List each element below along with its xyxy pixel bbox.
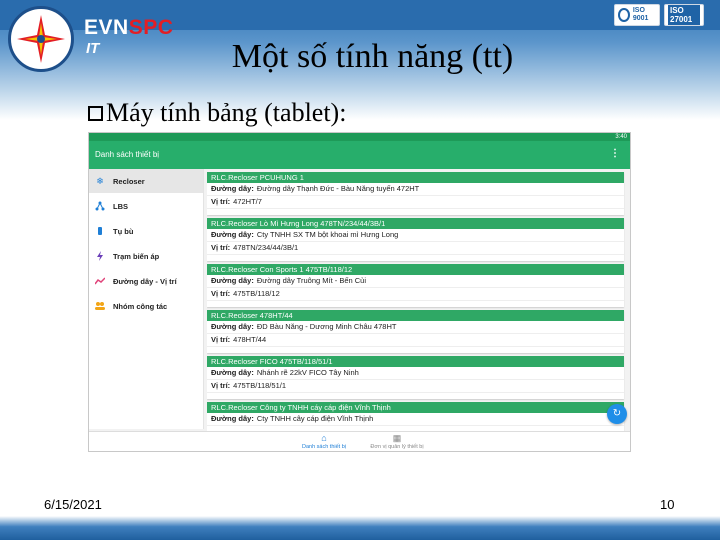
slide-title: Một số tính năng (tt) [231, 38, 514, 75]
bottom-navigation: ⌂ Danh sách thiết bị ▦ Đơn vị quản lý th… [89, 431, 630, 451]
bullet-item: Máy tính bảng (tablet): [88, 98, 346, 128]
app-title: Danh sách thiết bị [95, 150, 160, 159]
field-label: Vị trí: [211, 289, 231, 298]
bullet-text: Máy tính bảng (tablet): [106, 98, 347, 127]
device-name: RLC.Recloser 478HT/44 [207, 310, 624, 321]
device-position-row: Vị trí: 475TB/118/12 [207, 288, 624, 301]
grid-icon: ▦ [392, 433, 402, 443]
field-label: Vị trí: [211, 243, 231, 252]
iso-9001-label: ISO 9001 [632, 7, 649, 22]
device-line: Cty TNHH SX TM bột khoai mì Hưng Long [256, 230, 399, 239]
sidebar-item-label: Tụ bù [113, 226, 134, 236]
nav-device-list[interactable]: ⌂ Danh sách thiết bị [294, 433, 354, 451]
sidebar-item-lbs[interactable]: LBS [89, 194, 203, 218]
field-label: Đường dây: [211, 368, 254, 377]
device-card[interactable]: RLC.Recloser PCUHUNG 1 Đường dây: Đường d… [207, 172, 624, 215]
sidebar-item-tram-bien-ap[interactable]: Trạm biến áp [89, 244, 203, 268]
device-position-row: Vị trí: 478TN/234/44/3B/1 [207, 242, 624, 255]
device-line: Đường dây Thạnh Đức - Bàu Năng tuyến 472… [256, 184, 420, 193]
field-label: Vị trí: [211, 197, 231, 206]
sidebar-item-nhom-cong-tac[interactable]: Nhóm công tác [89, 294, 203, 318]
slide-page-number: 10 [660, 497, 675, 512]
iso-27001-badge: ISO 27001 [664, 4, 704, 26]
device-card[interactable]: RLC.Recloser Con Sports 1 475TB/118/12 Đ… [207, 264, 624, 307]
sidebar-item-label: LBS [113, 201, 128, 211]
device-position: 478TN/234/44/3B/1 [233, 243, 299, 252]
field-label: Vị trí: [211, 335, 231, 344]
status-bar: 3:40 [89, 133, 630, 141]
tablet-screenshot: 3:40 Danh sách thiết bị ⋮ ❄ Recloser LBS… [88, 132, 631, 452]
device-line-row: Đường dây: Cty TNHH cây cáp điện Vĩnh Thị… [207, 413, 624, 426]
brand-evn: EVN [84, 16, 129, 39]
device-line-row: Đường dây: Nhánh rẽ 22kV FICO Tây Ninh [207, 367, 624, 380]
checkbox-bullet-icon [88, 106, 103, 121]
device-name: RLC.Recloser Công ty TNHH cáy cáp điện V… [207, 402, 624, 413]
device-position: 475TB/118/12 [233, 289, 280, 298]
footer-band [0, 516, 720, 540]
device-name: RLC.Recloser FICO 475TB/118/51/1 [207, 356, 624, 367]
brand-name: EVNSPC [84, 16, 173, 40]
device-name: RLC.Recloser PCUHUNG 1 [207, 172, 624, 183]
device-card[interactable]: RLC.Recloser Lò Mì Hưng Long 478TN/234/4… [207, 218, 624, 261]
app-bar: Danh sách thiết bị ⋮ [89, 141, 630, 169]
refresh-icon: ↻ [612, 408, 622, 419]
more-vert-icon[interactable]: ⋮ [610, 148, 620, 159]
device-line: Đường dây Truông Mít - Bến Củi [256, 276, 367, 285]
field-label: Đường dây: [211, 184, 254, 193]
brand-spc: SPC [128, 16, 174, 39]
device-card[interactable]: RLC.Recloser 478HT/44 Đường dây: ĐD Bàu N… [207, 310, 624, 353]
sidebar-item-label: Recloser [113, 176, 145, 186]
nav-label: Đơn vị quản lý thiết bị [370, 444, 424, 450]
device-position-row: Vị trí: 475TB/118/51/1 [207, 380, 624, 393]
snowflake-icon: ❄ [96, 175, 104, 186]
iso-seal-icon [618, 8, 630, 22]
field-label: Đường dây: [211, 230, 254, 239]
field-label: Đường dây: [211, 322, 254, 331]
device-line: Cty TNHH cây cáp điện Vĩnh Thịnh [256, 414, 374, 423]
device-type-sidebar: ❄ Recloser LBS Tụ bù Trạm biến áp Đường … [89, 169, 204, 429]
field-label: Đường dây: [211, 276, 254, 285]
sidebar-item-recloser[interactable]: ❄ Recloser [89, 169, 203, 193]
device-position: 475TB/118/51/1 [233, 381, 286, 390]
device-line: ĐD Bàu Năng - Dương Minh Châu 478HT [256, 322, 397, 331]
sidebar-item-label: Trạm biến áp [113, 251, 160, 261]
field-label: Đường dây: [211, 414, 254, 423]
device-card[interactable]: RLC.Recloser Công ty TNHH cáy cáp điện V… [207, 402, 624, 431]
sidebar-item-tu-bu[interactable]: Tụ bù [89, 219, 203, 243]
device-position: 478HT/44 [233, 335, 267, 344]
device-line-row: Đường dây: Đường dây Thạnh Đức - Bàu Năng… [207, 183, 624, 196]
nav-management-unit[interactable]: ▦ Đơn vị quản lý thiết bị [359, 433, 435, 451]
device-line-row: Đường dây: Đường dây Truông Mít - Bến Củi [207, 275, 624, 288]
refresh-button[interactable]: ↻ [607, 404, 627, 424]
sidebar-item-duong-day[interactable]: Đường dây - Vị trí [89, 269, 203, 293]
network-icon [95, 201, 105, 211]
iso-27001-label: ISO 27001 [668, 5, 700, 25]
sidebar-item-label: Đường dây - Vị trí [113, 276, 177, 286]
device-line: Nhánh rẽ 22kV FICO Tây Ninh [256, 368, 359, 377]
slide-date: 6/15/2021 [44, 497, 102, 512]
device-card[interactable]: RLC.Recloser FICO 475TB/118/51/1 Đường d… [207, 356, 624, 399]
device-name: RLC.Recloser Lò Mì Hưng Long 478TN/234/4… [207, 218, 624, 229]
status-time: 3:40 [615, 134, 627, 140]
device-position: 472HT/7 [233, 197, 262, 206]
trend-icon [95, 276, 105, 286]
sidebar-item-label: Nhóm công tác [113, 301, 168, 311]
device-line-row: Đường dây: Cty TNHH SX TM bột khoai mì Hư… [207, 229, 624, 242]
home-icon: ⌂ [321, 433, 327, 443]
device-name: RLC.Recloser Con Sports 1 475TB/118/12 [207, 264, 624, 275]
device-position-row: Vị trí: 478HT/44 [207, 334, 624, 347]
battery-icon [95, 226, 105, 236]
device-list: RLC.Recloser PCUHUNG 1 Đường dây: Đường d… [207, 169, 626, 431]
group-icon [95, 301, 105, 311]
device-position-row: Vị trí: 472HT/7 [207, 196, 624, 209]
field-label: Vị trí: [211, 381, 231, 390]
iso-9001-badge: ISO 9001 [614, 4, 660, 26]
device-line-row: Đường dây: ĐD Bàu Năng - Dương Minh Châu … [207, 321, 624, 334]
nav-label: Danh sách thiết bị [301, 444, 347, 450]
lightning-icon [95, 251, 105, 261]
